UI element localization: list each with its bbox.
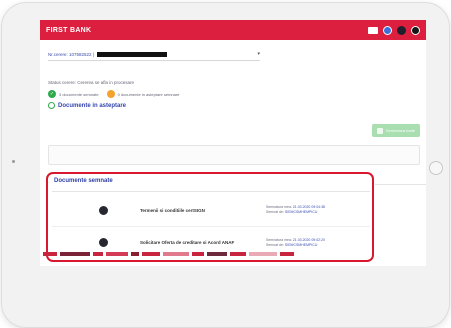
top-bar: FIRST BANK [40,20,426,40]
top-bar-icons [368,25,420,35]
footer-strip [40,252,426,258]
mail-icon[interactable] [368,26,378,34]
signed-label: Semnatura mea: [266,237,292,242]
pending-circle-icon [106,90,115,98]
document-meta: Semnatura mea: 21.03.2020 09:02:20 Semna… [266,238,325,248]
signed-by-label: Semnat de: [266,242,284,247]
list-extension [375,184,426,262]
home-button[interactable] [429,161,443,175]
notification-icon[interactable] [397,25,406,35]
sign-icon [376,127,383,134]
refresh-icon [48,102,55,109]
chevron-down-icon[interactable]: ▾ [257,51,260,57]
footer-segment [131,252,139,256]
document-title[interactable]: Solicitare Oferta de creditare si Acord … [140,240,234,245]
footer-segment [60,252,90,256]
document-counts: ✓ 3 documente semnate 0 documente in ast… [48,90,179,98]
signed-date: 21.03.2020 09:02:20 [292,237,325,242]
footer-segment [230,252,246,256]
bank-logo: FIRST BANK [46,26,92,34]
document-icon[interactable] [99,205,108,215]
pending-documents-box [48,145,420,165]
pending-documents-link[interactable]: Documente in asteptare [48,102,126,109]
signed-documents-list: Termenii si conditiile certSIGN Semnatur… [52,191,370,259]
main-content: Nr.cerere: 107582522 | ▾ Status cerere: … [40,40,426,262]
signed-documents-title: Documente semnate [54,178,113,184]
footer-segment [106,252,128,256]
contract-label: Nr.cerere: 107582522 | [48,51,94,57]
pending-link-label: Documente in asteptare [58,102,127,109]
footer-segment [93,252,103,256]
signed-by-label: Semnat de: [266,210,284,214]
status-text: Status cerere: Cererea se afla in proces… [48,80,135,85]
signed-documents-panel: Documente semnate Termenii si conditiile… [46,172,374,262]
footer-segment [43,252,57,256]
contract-selector[interactable]: Nr.cerere: 107582522 | ▾ [48,48,260,61]
footer-segment [163,252,189,256]
footer-segment [142,252,160,256]
globe-icon[interactable] [383,25,392,35]
signed-count: ✓ 3 documente semnate [48,90,99,98]
signed-by-value: SIEMCSMHEMPICU [284,242,318,247]
footer-segment [192,252,204,256]
signed-label: Semnatura mea: [266,205,292,209]
pending-count-text: 0 documente in asteptare semnare [117,91,180,97]
check-circle-icon: ✓ [48,90,56,98]
footer-segment [249,252,277,256]
app-screen: FIRST BANK Nr.cerere: 107582522 | ▾ Stat… [40,20,426,266]
document-meta: Semnatura mea: 21.03.2020 09:04:38 Semna… [266,205,325,215]
pending-count: 0 documente in asteptare semnare [106,90,180,98]
signed-count-text: 3 documente semnate [59,91,99,97]
user-icon[interactable] [411,25,420,35]
footer-segment [280,252,294,256]
signed-date: 21.03.2020 09:04:38 [292,205,325,209]
tablet-frame: FIRST BANK Nr.cerere: 107582522 | ▾ Stat… [2,3,449,327]
sign-all-button[interactable]: Semneaza toate [372,124,420,137]
list-item[interactable]: Termenii si conditiile certSIGN Semnatur… [52,194,370,226]
sign-all-label: Semneaza toate [385,128,416,133]
document-title[interactable]: Termenii si conditiile certSIGN [140,208,205,213]
redacted-name [96,51,167,57]
footer-segment [207,252,227,256]
camera-dot [12,160,15,163]
signed-by-value: SIEMCSMHEMPICU [284,210,318,214]
document-icon[interactable] [99,238,108,247]
